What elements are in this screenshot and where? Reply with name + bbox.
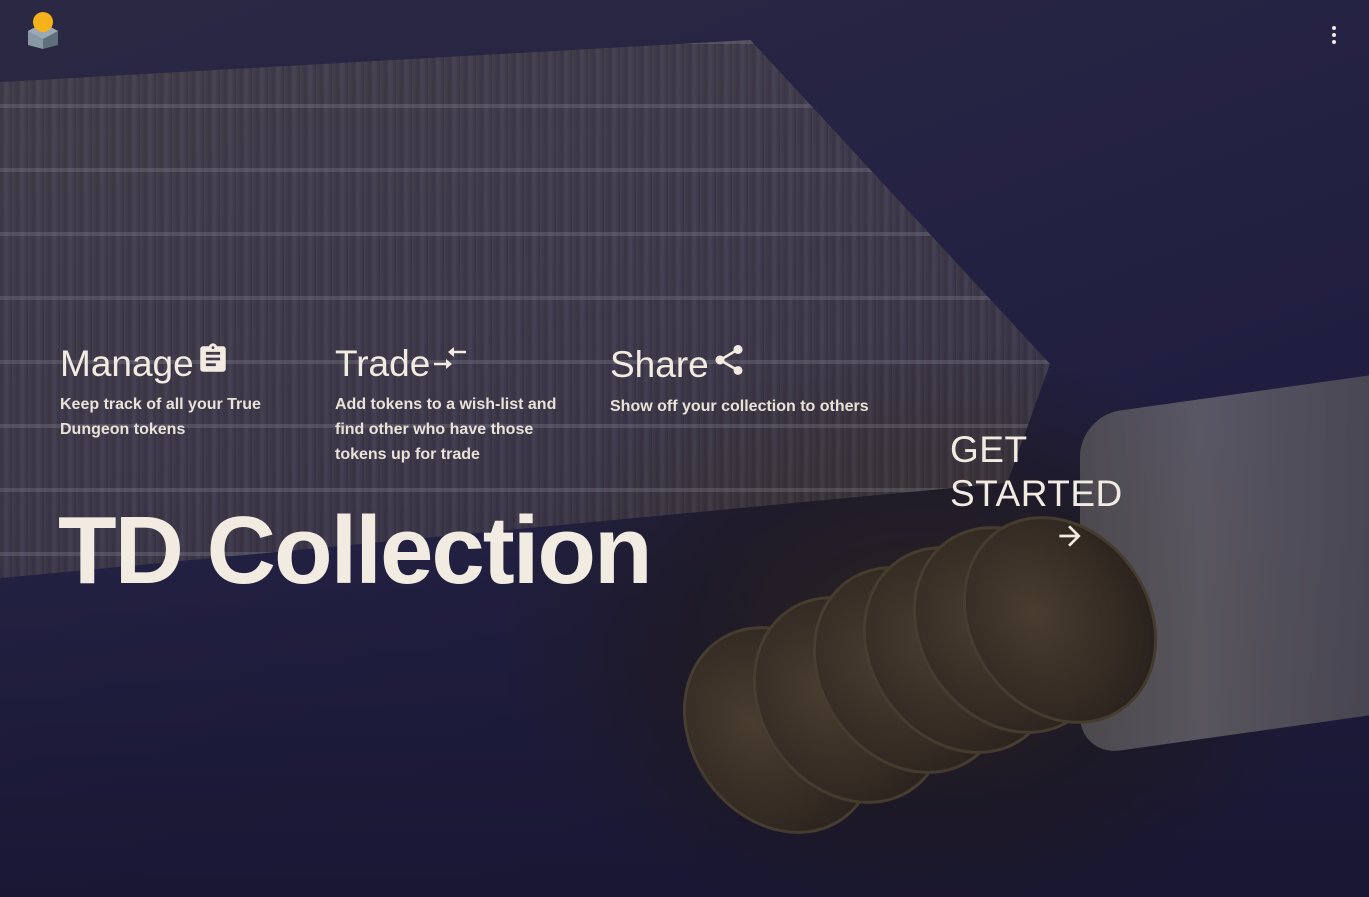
swap-arrows-icon <box>430 342 468 386</box>
share-icon <box>709 342 747 388</box>
feature-share-description: Show off your collection to others <box>610 398 869 415</box>
feature-manage: Manage Keep track of all your True Dunge… <box>60 342 280 442</box>
feature-trade-description: Add tokens to a wish-list and find other… <box>335 396 557 463</box>
feature-share-title: Share <box>610 344 709 385</box>
feature-trade-heading: Trade <box>335 342 585 386</box>
more-vertical-icon[interactable] <box>1322 22 1346 48</box>
feature-trade-title: Trade <box>335 343 431 384</box>
get-started-label: GET STARTED <box>950 429 1123 514</box>
get-started-button[interactable]: GET STARTED <box>950 428 1190 557</box>
arrow-right-icon <box>1054 520 1086 557</box>
clipboard-icon <box>194 342 230 386</box>
feature-manage-title: Manage <box>60 343 194 384</box>
feature-manage-description: Keep track of all your True Dungeon toke… <box>60 396 261 438</box>
page-title: TD Collection <box>58 497 653 604</box>
cube-logo-icon[interactable] <box>26 11 60 49</box>
feature-share: Share Show off your collection to others <box>610 342 890 419</box>
feature-share-heading: Share <box>610 342 890 388</box>
feature-manage-heading: Manage <box>60 342 280 386</box>
feature-trade: Trade Add tokens to a wish-list and find… <box>335 342 585 467</box>
